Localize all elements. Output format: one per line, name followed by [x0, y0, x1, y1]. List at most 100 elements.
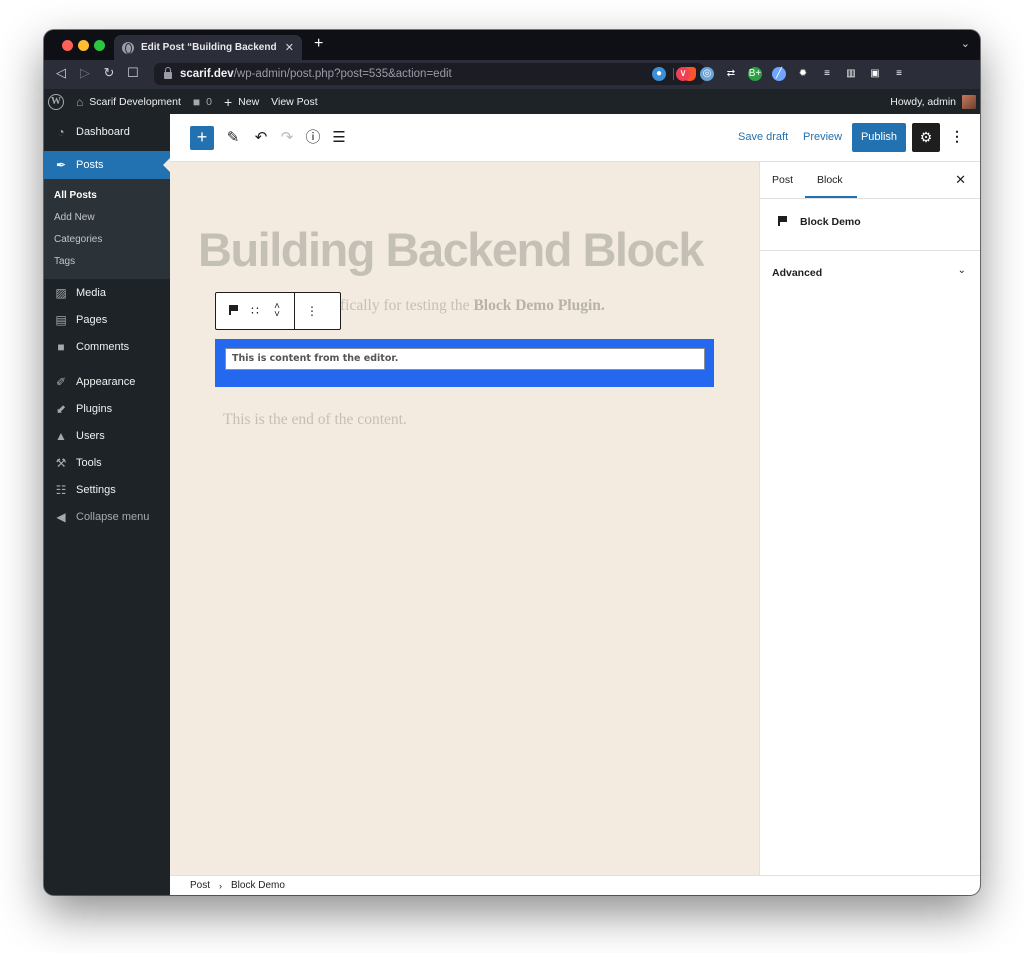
playlist-icon[interactable]: ≡ — [820, 67, 834, 81]
post-title[interactable]: Building Backend Block — [198, 222, 703, 277]
list-view-icon[interactable]: ☰ — [328, 127, 350, 149]
tab-block[interactable]: Block — [817, 174, 843, 186]
comments-count: 0 — [206, 96, 212, 108]
menu-label: Appearance — [76, 376, 135, 388]
menu-item-posts[interactable]: ✒ Posts — [44, 151, 170, 179]
zoom-window-button[interactable] — [94, 40, 105, 51]
submenu-add-new[interactable]: Add New — [44, 207, 170, 229]
paragraph-block-end[interactable]: This is the end of the content. — [223, 411, 407, 429]
posts-submenu: All Posts Add New Categories Tags — [44, 179, 170, 279]
drag-handle-icon[interactable]: ∷ — [244, 304, 266, 318]
admin-menu: ◔ Dashboard ✒ Posts All Posts Add New Ca… — [44, 114, 170, 895]
pocket-icon[interactable]: ∨ — [676, 67, 690, 81]
paragraph-block[interactable]: fically for testing the Block Demo Plugi… — [340, 297, 605, 315]
eyedropper-icon[interactable]: ╱ — [772, 67, 786, 81]
user-icon: ▲ — [54, 429, 68, 443]
menu-item-users[interactable]: ▲ Users — [44, 422, 170, 449]
settings-gear-icon[interactable]: ⚙ — [912, 123, 940, 152]
wordpress-logo-icon[interactable]: W — [48, 94, 64, 110]
reload-icon[interactable]: ↻ — [100, 65, 118, 81]
pushpin-icon: ✒ — [54, 158, 68, 172]
breadcrumb-separator-icon: › — [219, 881, 222, 891]
undo-icon[interactable]: ↶ — [250, 127, 272, 149]
sidebar-toggle-icon[interactable]: ▥ — [844, 67, 858, 81]
submenu-tags[interactable]: Tags — [44, 251, 170, 273]
tab-post[interactable]: Post — [772, 174, 793, 186]
menu-item-dashboard[interactable]: ◔ Dashboard — [44, 118, 170, 145]
sidebar-tabs: Post Block ✕ — [760, 162, 980, 199]
block-demo-block[interactable]: This is content from the editor. — [215, 339, 714, 387]
collapse-menu-button[interactable]: ◀ Collapse menu — [44, 503, 170, 530]
publish-button[interactable]: Publish — [852, 123, 906, 152]
tools-pencil-icon[interactable]: ✎ — [222, 127, 244, 149]
view-post-link[interactable]: View Post — [265, 89, 324, 114]
url-host: scarif.dev — [180, 68, 234, 80]
menu-item-appearance[interactable]: ✐ Appearance — [44, 368, 170, 395]
back-icon[interactable]: ◁ — [52, 65, 70, 81]
sync-icon[interactable]: ⇄ — [724, 67, 738, 81]
plug-icon: ⬋ — [54, 402, 68, 416]
tab-close-icon[interactable]: ✕ — [285, 41, 294, 54]
minimize-window-button[interactable] — [78, 40, 89, 51]
site-name-link[interactable]: ⌂ Scarif Development — [70, 89, 187, 114]
menu-label: Tools — [76, 457, 102, 469]
bplus-icon[interactable]: B+ — [748, 67, 762, 81]
comments-link[interactable]: ■ 0 — [187, 89, 218, 114]
paragraph-bold-text: Block Demo Plugin. — [473, 297, 604, 314]
block-inserter-button[interactable]: + — [190, 126, 214, 150]
panel-advanced[interactable]: Advanced ⌄ — [760, 251, 980, 293]
howdy-text: Howdy, admin — [890, 96, 956, 108]
breadcrumb-block-demo[interactable]: Block Demo — [231, 880, 285, 891]
breadcrumb-post[interactable]: Post — [190, 880, 210, 891]
wallet-icon[interactable]: ▣ — [868, 67, 882, 81]
forward-icon[interactable]: ▷ — [76, 65, 94, 81]
browser-menu-icon[interactable]: ≡ — [892, 67, 906, 81]
bookmark-icon[interactable]: ☐ — [124, 65, 142, 81]
move-down-icon[interactable]: ˅ — [266, 311, 288, 319]
block-options-icon[interactable]: ⋮ — [301, 304, 323, 318]
browser-tab-active[interactable]: Edit Post “Building Backend Blo ✕ — [114, 35, 302, 60]
divider — [673, 68, 674, 80]
new-tab-button[interactable]: + — [314, 35, 323, 53]
site-name: Scarif Development — [89, 96, 181, 108]
active-tab-indicator — [805, 196, 857, 198]
tab-strip: Edit Post “Building Backend Blo ✕ + ⌄ — [44, 30, 980, 60]
menu-item-pages[interactable]: ▤ Pages — [44, 306, 170, 333]
address-bar[interactable]: scarif.dev/wp-admin/post.php?post=535&ac… — [154, 63, 704, 85]
pages-icon: ▤ — [54, 313, 68, 327]
menu-label: Dashboard — [76, 126, 130, 138]
more-options-icon[interactable]: ⋮ — [950, 128, 962, 145]
submenu-all-posts[interactable]: All Posts — [44, 185, 170, 207]
redo-icon[interactable]: ↷ — [276, 127, 298, 149]
preview-button[interactable]: Preview — [803, 131, 842, 143]
close-window-button[interactable] — [62, 40, 73, 51]
extensions-puzzle-icon[interactable]: ✹ — [796, 67, 810, 81]
menu-label: Settings — [76, 484, 116, 496]
sliders-icon: ☷ — [54, 483, 68, 497]
menu-label: Media — [76, 287, 106, 299]
block-demo-content-input[interactable]: This is content from the editor. — [225, 348, 705, 370]
close-sidebar-icon[interactable]: ✕ — [955, 172, 966, 188]
new-content-link[interactable]: + New — [218, 89, 265, 114]
menu-separator — [44, 360, 170, 368]
submenu-categories[interactable]: Categories — [44, 229, 170, 251]
url-path: /wp-admin/post.php?post=535&action=edit — [234, 68, 452, 80]
password-manager-icon[interactable]: ● — [652, 67, 666, 81]
paintbrush-icon: ✐ — [54, 375, 68, 389]
menu-item-comments[interactable]: ■ Comments — [44, 333, 170, 360]
my-account-link[interactable]: Howdy, admin — [884, 89, 980, 114]
wrench-icon: ⚒ — [54, 456, 68, 470]
block-type-flag-icon[interactable] — [222, 304, 244, 318]
dashboard-icon: ◔ — [54, 125, 68, 139]
new-label: New — [238, 96, 259, 108]
home-icon: ⌂ — [76, 95, 83, 109]
menu-item-plugins[interactable]: ⬋ Plugins — [44, 395, 170, 422]
disk-icon[interactable]: ◎ — [700, 67, 714, 81]
menu-item-settings[interactable]: ☷ Settings — [44, 476, 170, 503]
save-draft-button[interactable]: Save draft — [738, 131, 788, 143]
tab-list-chevron-icon[interactable]: ⌄ — [961, 37, 970, 50]
menu-item-tools[interactable]: ⚒ Tools — [44, 449, 170, 476]
block-mover: ˄ ˅ — [266, 303, 288, 319]
menu-item-media[interactable]: ▨ Media — [44, 279, 170, 306]
details-info-icon[interactable]: ⓘ — [302, 127, 324, 149]
